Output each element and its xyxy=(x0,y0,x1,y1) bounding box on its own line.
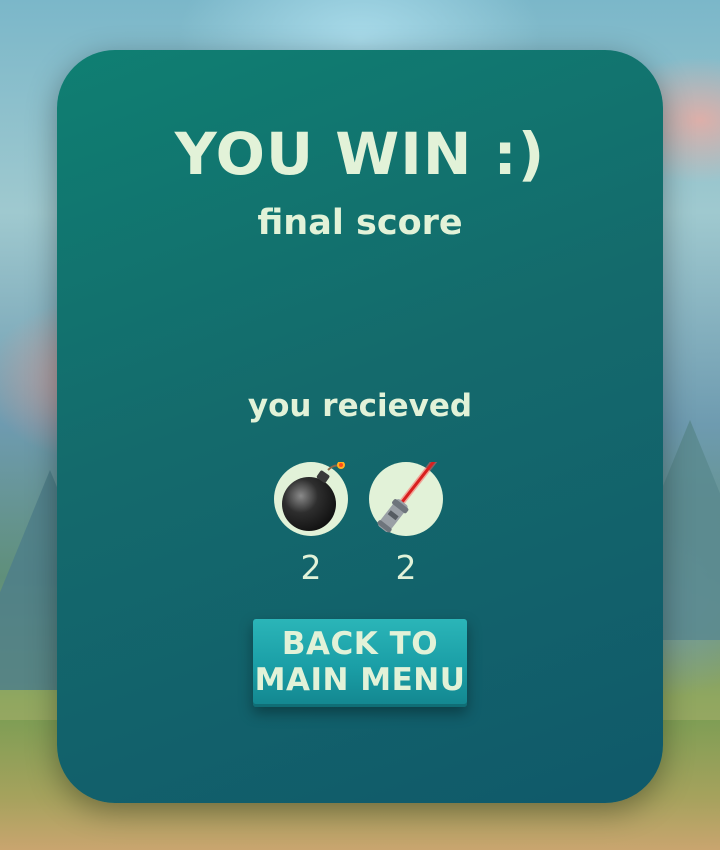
reward-lightsaber-count: 2 xyxy=(395,548,417,587)
reward-bomb xyxy=(274,462,348,536)
lightsaber-icon xyxy=(377,462,438,533)
back-to-main-menu-button[interactable]: BACK TO MAIN MENU xyxy=(253,619,467,707)
back-button-line-1: BACK TO xyxy=(281,626,439,662)
bomb-icon xyxy=(282,462,345,531)
reward-bomb-count: 2 xyxy=(300,548,322,587)
game-background: YOU WIN :) final score you recieved 2 2 … xyxy=(0,0,720,850)
received-label: you recieved xyxy=(247,388,473,424)
back-button-line-2: MAIN MENU xyxy=(254,662,466,698)
reward-lightsaber xyxy=(369,462,443,536)
back-button-label: BACK TO MAIN MENU xyxy=(253,626,467,698)
final-score-label: final score xyxy=(257,203,463,243)
result-title: YOU WIN :) xyxy=(174,120,546,188)
